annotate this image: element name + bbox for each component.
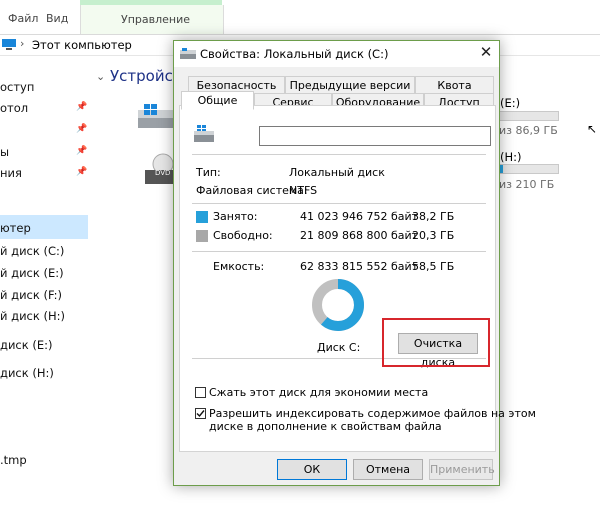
tab-label: Квота bbox=[437, 79, 472, 92]
dialog-titlebar[interactable]: Свойства: Локальный диск (C:) ✕ bbox=[174, 41, 499, 67]
nav-item-drive-c[interactable]: й диск (C:) bbox=[0, 244, 64, 258]
tab-label: Предыдущие версии bbox=[289, 79, 411, 92]
drive-e-usage-bar bbox=[497, 111, 559, 121]
apply-label: Применить bbox=[430, 463, 495, 476]
used-space-swatch bbox=[196, 211, 208, 223]
nav-item-removable-h[interactable]: диск (H:) bbox=[0, 366, 54, 380]
nav-item-removable-e[interactable]: диск (E:) bbox=[0, 338, 52, 352]
nav-item-quick-access[interactable]: оступ bbox=[0, 80, 34, 94]
ok-button[interactable]: ОК bbox=[277, 459, 347, 480]
index-label-line1: Разрешить индексировать содержимое файло… bbox=[209, 407, 536, 420]
disk-caption: Диск C: bbox=[317, 341, 361, 354]
drive-name-input[interactable] bbox=[259, 126, 491, 146]
pin-icon: 📌 bbox=[76, 102, 88, 112]
index-label-line2: диске в дополнение к свойствам файла bbox=[209, 420, 442, 433]
capacity-bytes: 62 833 815 552 байт bbox=[300, 260, 419, 273]
nav-item-pictures[interactable]: ния bbox=[0, 166, 22, 180]
drive-e-free-text: из 86,9 ГБ bbox=[499, 124, 558, 137]
tab-label: Общие bbox=[197, 94, 238, 107]
apply-button[interactable]: Применить bbox=[429, 459, 495, 480]
divider bbox=[192, 203, 486, 204]
drive-e-label[interactable]: (E:) bbox=[500, 96, 520, 110]
dialog-title: Свойства: Локальный диск (C:) bbox=[200, 47, 389, 61]
dvd-label: DVD bbox=[155, 169, 171, 177]
pin-icon: 📌 bbox=[76, 167, 88, 177]
free-gb: 20,3 ГБ bbox=[412, 229, 455, 242]
compress-checkbox[interactable] bbox=[195, 387, 206, 398]
free-bytes: 21 809 868 800 байт bbox=[300, 229, 419, 242]
used-gb: 38,2 ГБ bbox=[412, 210, 455, 223]
ribbon-context-tab[interactable]: Управление bbox=[80, 5, 224, 34]
computer-icon bbox=[2, 39, 16, 50]
divider bbox=[192, 154, 486, 155]
highlight-annotation bbox=[382, 318, 490, 367]
used-bytes: 41 023 946 752 байт bbox=[300, 210, 419, 223]
ribbon-tab-view[interactable]: Вид bbox=[46, 12, 68, 25]
drive-h-free-text: из 210 ГБ bbox=[499, 178, 555, 191]
nav-item-drive-e[interactable]: й диск (E:) bbox=[0, 266, 64, 280]
capacity-label: Емкость: bbox=[213, 260, 265, 273]
cursor-icon: ↖ bbox=[587, 122, 598, 136]
drive-h-label[interactable]: (H:) bbox=[500, 150, 522, 164]
address-text: Этот компьютер bbox=[32, 38, 132, 52]
filesystem-value: NTFS bbox=[289, 184, 318, 197]
collapse-chevron-icon[interactable]: ⌄ bbox=[96, 70, 105, 83]
context-tab-label: Управление bbox=[121, 13, 191, 26]
capacity-gb: 58,5 ГБ bbox=[412, 260, 455, 273]
properties-dialog: Свойства: Локальный диск (C:) ✕ Безопасн… bbox=[173, 40, 536, 486]
type-label: Тип: bbox=[196, 166, 221, 179]
index-checkbox[interactable] bbox=[195, 408, 206, 419]
pin-icon: 📌 bbox=[76, 124, 88, 134]
drive-c-icon bbox=[194, 125, 214, 142]
tab-previous-versions[interactable]: Предыдущие версии bbox=[285, 76, 415, 93]
drive-title-icon bbox=[180, 48, 196, 59]
type-value: Локальный диск bbox=[289, 166, 385, 179]
pin-icon: 📌 bbox=[76, 146, 88, 156]
drive-h-usage-bar bbox=[497, 164, 559, 174]
nav-item-drive-h[interactable]: й диск (H:) bbox=[0, 309, 65, 323]
tab-general[interactable]: Общие bbox=[181, 91, 254, 110]
free-label: Свободно: bbox=[213, 229, 273, 242]
nav-item-documents[interactable]: ы bbox=[0, 145, 9, 159]
used-label: Занято: bbox=[213, 210, 258, 223]
nav-item-drive-f[interactable]: й диск (F:) bbox=[0, 288, 62, 302]
free-space-swatch bbox=[196, 230, 208, 242]
checkmark-icon bbox=[196, 410, 205, 418]
nav-item-desktop[interactable]: отол bbox=[0, 101, 28, 115]
cancel-label: Отмена bbox=[365, 463, 411, 476]
hard-drive-icon[interactable] bbox=[136, 102, 176, 132]
ok-label: ОК bbox=[303, 463, 321, 476]
nav-item-tmp-file[interactable]: .tmp bbox=[0, 453, 27, 467]
disk-usage-donut bbox=[312, 279, 364, 331]
breadcrumb-chevron-icon: › bbox=[20, 37, 25, 50]
ribbon-tab-file[interactable]: Файл bbox=[8, 12, 38, 25]
close-icon[interactable]: ✕ bbox=[476, 43, 496, 61]
tab-quota[interactable]: Квота bbox=[415, 76, 494, 93]
nav-item-this-pc[interactable]: ютер bbox=[0, 221, 31, 235]
divider bbox=[192, 251, 486, 252]
compress-label: Сжать этот диск для экономии места bbox=[209, 386, 429, 399]
cancel-button[interactable]: Отмена bbox=[353, 459, 423, 480]
